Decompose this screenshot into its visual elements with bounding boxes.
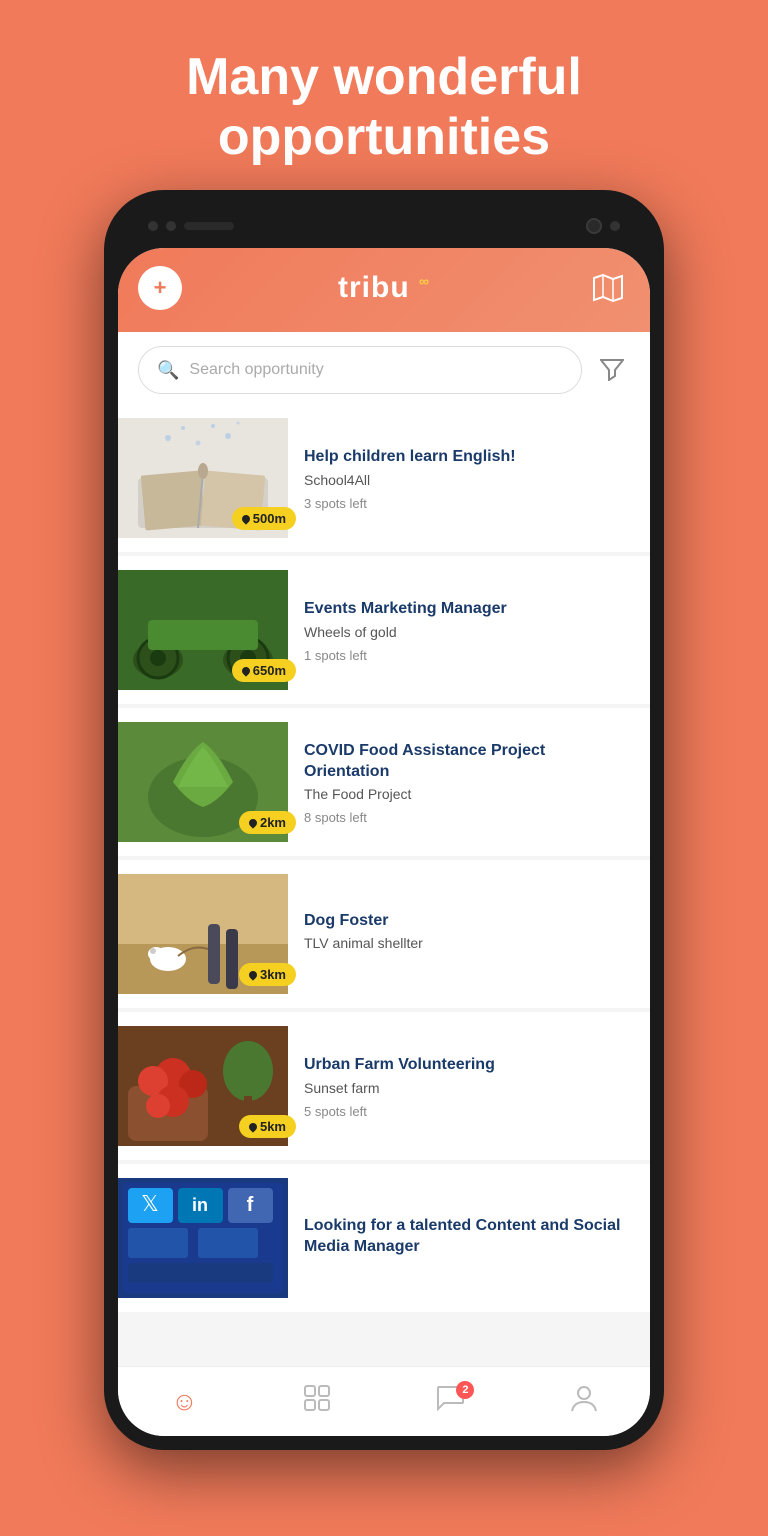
opportunity-title: Urban Farm Volunteering bbox=[304, 1055, 632, 1076]
opportunity-card[interactable]: 5km Urban Farm Volunteering Sunset farm … bbox=[118, 1012, 650, 1160]
phone-device: + tribu ∞ bbox=[104, 190, 664, 1450]
spots-left: 3 spots left bbox=[304, 496, 632, 511]
front-camera bbox=[586, 218, 602, 234]
spots-left: 5 spots left bbox=[304, 1104, 632, 1119]
chat-badge: 2 bbox=[456, 1381, 474, 1399]
opportunity-card[interactable]: 𝕏 in f Looking for a talented Content an… bbox=[118, 1164, 650, 1312]
page-title: Many wonderful opportunities bbox=[0, 0, 768, 208]
camera-dot-2 bbox=[166, 221, 176, 231]
pin-icon bbox=[247, 969, 258, 980]
distance-badge: 2km bbox=[239, 811, 296, 834]
opportunity-title: Dog Foster bbox=[304, 911, 632, 932]
opportunity-info: COVID Food Assistance Project Orientatio… bbox=[304, 722, 632, 842]
app-header: + tribu ∞ bbox=[118, 248, 650, 332]
page-background: Many wonderful opportunities bbox=[0, 0, 768, 1536]
opportunity-image: 650m bbox=[118, 570, 288, 690]
opportunity-image: 3km bbox=[118, 874, 288, 994]
opportunity-info: Urban Farm Volunteering Sunset farm 5 sp… bbox=[304, 1026, 632, 1146]
pin-icon bbox=[247, 817, 258, 828]
search-section: 🔍 Search opportunity bbox=[118, 332, 650, 404]
opportunity-info: Events Marketing Manager Wheels of gold … bbox=[304, 570, 632, 690]
opportunity-title: Events Marketing Manager bbox=[304, 599, 632, 620]
filter-icon bbox=[600, 359, 624, 381]
pin-icon bbox=[240, 665, 251, 676]
app-logo: tribu ∞ bbox=[338, 271, 430, 305]
org-name: Sunset farm bbox=[304, 1080, 632, 1096]
add-button[interactable]: + bbox=[138, 266, 182, 310]
spots-left: 1 spots left bbox=[304, 648, 632, 663]
profile-icon bbox=[571, 1384, 597, 1419]
camera-dot-1 bbox=[148, 221, 158, 231]
opportunities-list: 500m Help children learn English! School… bbox=[118, 404, 650, 1366]
svg-text:in: in bbox=[192, 1195, 208, 1215]
org-name: Wheels of gold bbox=[304, 624, 632, 640]
opportunity-info: Help children learn English! School4All … bbox=[304, 418, 632, 538]
opportunity-title: COVID Food Assistance Project Orientatio… bbox=[304, 741, 632, 783]
nav-profile[interactable] bbox=[571, 1384, 597, 1419]
opportunity-card[interactable]: 650m Events Marketing Manager Wheels of … bbox=[118, 556, 650, 704]
spots-left: 8 spots left bbox=[304, 810, 632, 825]
search-icon: 🔍 bbox=[157, 360, 179, 381]
map-button[interactable] bbox=[586, 266, 630, 310]
org-name: The Food Project bbox=[304, 786, 632, 802]
nav-chat[interactable]: 2 bbox=[436, 1385, 464, 1418]
phone-screen: + tribu ∞ bbox=[118, 248, 650, 1436]
opportunity-image: 2km bbox=[118, 722, 288, 842]
filter-button[interactable] bbox=[594, 352, 630, 388]
opportunity-info: Looking for a talented Content and Socia… bbox=[304, 1178, 632, 1298]
search-placeholder: Search opportunity bbox=[189, 361, 323, 379]
distance-badge: 650m bbox=[232, 659, 296, 682]
distance-badge: 500m bbox=[232, 507, 296, 530]
opportunity-image: 5km bbox=[118, 1026, 288, 1146]
pin-icon bbox=[240, 513, 251, 524]
opportunity-card[interactable]: 500m Help children learn English! School… bbox=[118, 404, 650, 552]
bottom-nav: ☺ bbox=[118, 1366, 650, 1436]
nav-home[interactable]: ☺ bbox=[171, 1386, 198, 1417]
distance-badge: 3km bbox=[239, 963, 296, 986]
map-icon bbox=[593, 274, 623, 302]
opportunity-info: Dog Foster TLV animal shellter bbox=[304, 874, 632, 994]
svg-text:𝕏: 𝕏 bbox=[141, 1191, 159, 1216]
sensor-dot bbox=[610, 221, 620, 231]
opportunity-title: Help children learn English! bbox=[304, 447, 632, 468]
org-name: TLV animal shellter bbox=[304, 935, 632, 951]
opportunity-image: 𝕏 in f bbox=[118, 1178, 288, 1298]
pin-icon bbox=[247, 1121, 258, 1132]
opportunity-image: 500m bbox=[118, 418, 288, 538]
distance-badge: 5km bbox=[239, 1115, 296, 1138]
grid-icon bbox=[304, 1385, 330, 1418]
nav-grid[interactable] bbox=[304, 1385, 330, 1418]
search-bar[interactable]: 🔍 Search opportunity bbox=[138, 346, 582, 394]
org-name: School4All bbox=[304, 472, 632, 488]
opportunity-card[interactable]: 2km COVID Food Assistance Project Orient… bbox=[118, 708, 650, 856]
phone-notch bbox=[118, 204, 650, 248]
svg-text:f: f bbox=[247, 1194, 254, 1216]
speaker bbox=[184, 222, 234, 230]
home-icon: ☺ bbox=[171, 1386, 198, 1417]
opportunity-card[interactable]: 3km Dog Foster TLV animal shellter bbox=[118, 860, 650, 1008]
opportunity-title: Looking for a talented Content and Socia… bbox=[304, 1216, 632, 1258]
